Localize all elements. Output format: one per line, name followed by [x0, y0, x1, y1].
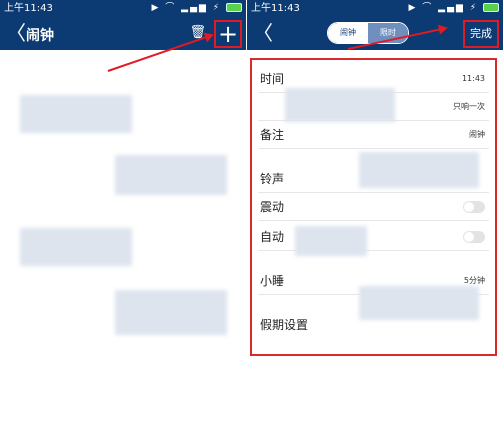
row-label: 小睡 — [260, 274, 285, 288]
blurred-content — [285, 88, 395, 122]
row-value: 只响一次 — [453, 102, 485, 111]
status-time: 上午11:43 — [4, 3, 53, 14]
tab-alarm[interactable]: 闹钟 — [328, 23, 368, 43]
auto-toggle[interactable] — [463, 231, 485, 243]
row-label: 铃声 — [260, 172, 285, 186]
status-icons-glyphs: ▶ ⌒ ▂▄▆ ⚡ — [408, 3, 479, 13]
vibrate-toggle[interactable] — [463, 201, 485, 213]
row-value: 11:43 — [461, 74, 485, 83]
add-alarm-button[interactable]: + — [214, 20, 242, 48]
row-vibrate[interactable]: 震动 — [258, 194, 489, 221]
blurred-content — [295, 226, 367, 256]
row-value: 闹钟 — [469, 130, 485, 139]
status-bar: 上午11:43 ▶ ⌒ ▂▄▆ ⚡ — [247, 0, 503, 17]
page-title: 闹钟 — [26, 28, 54, 44]
status-bar: 上午11:43 ▶ ⌒ ▂▄▆ ⚡ — [0, 0, 246, 17]
battery-icon — [226, 3, 242, 12]
blurred-content — [20, 95, 132, 133]
blurred-content — [115, 290, 227, 335]
back-icon[interactable]: 〈 — [253, 21, 273, 45]
blurred-content — [20, 228, 132, 266]
status-icons-glyphs: ▶ ⌒ ▂▄▆ ⚡ — [151, 3, 222, 13]
row-label: 震动 — [260, 200, 285, 214]
row-auto[interactable]: 自动 — [258, 224, 489, 251]
title-bar: 〈 闹钟 限时 完成 — [247, 17, 503, 50]
status-icons: ▶ ⌒ ▂▄▆ ⚡ — [152, 0, 242, 17]
row-label: 备注 — [260, 128, 285, 142]
blurred-content — [359, 152, 479, 188]
blurred-content — [359, 286, 479, 320]
status-time: 上午11:43 — [251, 3, 300, 14]
done-button[interactable]: 完成 — [463, 20, 499, 48]
row-label: 时间 — [260, 72, 285, 86]
status-icons: ▶ ⌒ ▂▄▆ ⚡ — [409, 0, 499, 17]
row-note[interactable]: 备注 闹钟 — [258, 122, 489, 149]
row-label: 假期设置 — [260, 318, 309, 332]
blurred-content — [115, 155, 227, 195]
battery-icon — [483, 3, 499, 12]
row-label: 自动 — [260, 230, 285, 244]
back-icon[interactable]: 〈 — [6, 21, 26, 45]
mode-segment: 闹钟 限时 — [327, 22, 409, 44]
alarm-edit-screen: 上午11:43 ▶ ⌒ ▂▄▆ ⚡ 〈 闹钟 限时 完成 时间 11:43 只响… — [247, 0, 503, 424]
